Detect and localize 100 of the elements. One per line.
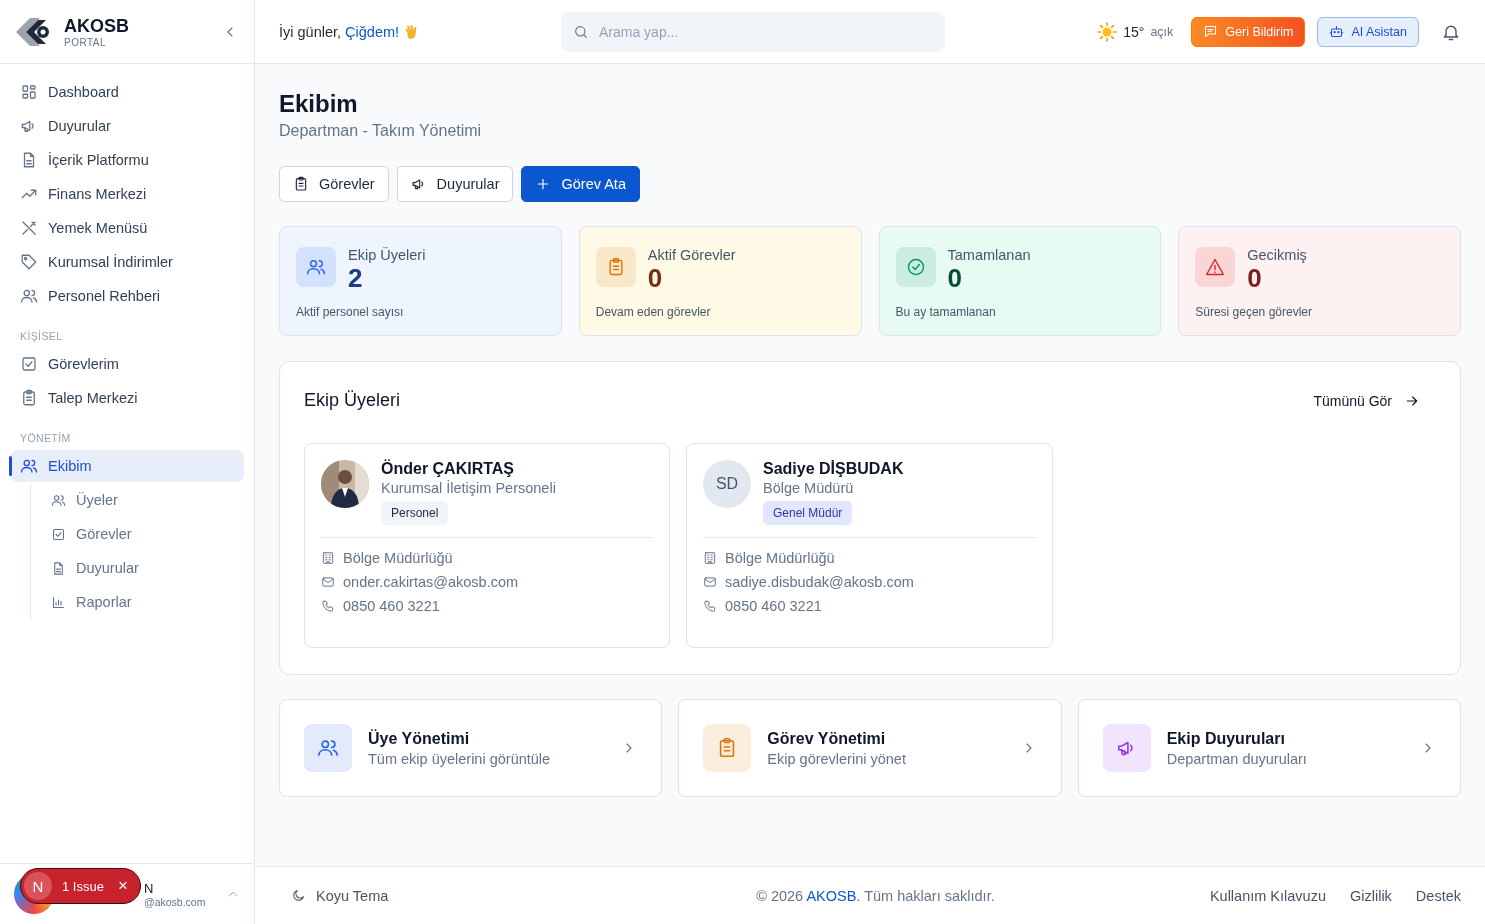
shortcut-description: Departman duyuruları <box>1166 750 1308 767</box>
sidebar-item[interactable]: Kurumsal İndirimler <box>10 246 244 278</box>
user-email: @akosb.com <box>144 895 207 908</box>
users-icon <box>51 492 66 508</box>
member-card[interactable]: SD Sadiye DİŞBUDAK Bölge Müdürü Genel Müdür Bölge Müdürlüğü sadiye.disbudak@akosb.com 0850 460 3221 <box>686 443 1053 648</box>
action-button[interactable]: Görevler <box>279 166 389 202</box>
shortcut-description: Ekip görevlerini yönet <box>767 750 907 767</box>
weather-condition: açık <box>1150 24 1174 39</box>
stat-title: Aktif Görevler <box>647 247 736 263</box>
checkbox-icon <box>51 526 66 542</box>
clipboard-icon <box>293 176 309 192</box>
users-icon <box>317 737 339 759</box>
stat-value: 0 <box>647 263 664 293</box>
search-icon <box>573 23 589 40</box>
stat-title: Tamamlanan <box>947 247 1031 263</box>
chat-icon <box>1203 24 1219 39</box>
footer-link[interactable]: Kullanım Kılavuzu <box>1209 887 1326 904</box>
stat-caption: Süresi geçen görevler <box>1195 305 1313 319</box>
footer-link[interactable]: Gizlilik <box>1349 887 1392 904</box>
stat-title: Gecikmiş <box>1247 247 1307 263</box>
action-button[interactable]: Görev Ata <box>521 166 640 202</box>
footer-link[interactable]: Destek <box>1415 887 1461 904</box>
member-role: Bölge Müdürü <box>763 480 855 496</box>
sidebar-item[interactable]: Görevlerim <box>10 348 244 380</box>
shortcut-title: Üye Yönetimi <box>368 729 471 748</box>
page-title: Ekibim <box>279 90 359 118</box>
mail-icon <box>703 575 717 589</box>
close-button[interactable]: × <box>117 876 128 896</box>
building-icon <box>703 551 717 565</box>
page-subtitle: Departman - Takım Yönetimi <box>279 122 483 140</box>
assistant-button[interactable]: AI Asistan <box>1317 16 1419 47</box>
shortcut-description: Tüm ekip üyelerini görüntüle <box>368 750 552 767</box>
stat-value: 0 <box>947 263 963 293</box>
check-circle-icon <box>905 257 926 277</box>
sidebar-item[interactable]: Görevler <box>41 518 244 550</box>
stat-caption: Aktif personel sayısı <box>296 305 405 319</box>
phone-icon <box>321 599 335 613</box>
warning-icon <box>1205 257 1226 277</box>
section-heading: YÖNETİM <box>19 431 72 446</box>
sidebar-item[interactable]: Talep Merkezi <box>10 382 244 414</box>
sidebar-item[interactable]: Duyurular <box>41 552 244 584</box>
initials-avatar: SD <box>703 460 751 508</box>
member-department: Bölge Müdürlüğü <box>725 550 835 566</box>
sidebar-item[interactable]: Raporlar <box>41 586 244 618</box>
member-phone: 0850 460 3221 <box>343 598 440 614</box>
sidebar-item[interactable]: Yemek Menüsü <box>10 212 244 244</box>
sidebar-item[interactable]: Üyeler <box>41 484 244 516</box>
sun-icon <box>1097 21 1118 42</box>
stat-caption: Bu ay tamamlanan <box>895 305 997 319</box>
shortcut-card[interactable]: Ekip Duyuruları Departman duyuruları <box>1077 699 1461 797</box>
brand-name: AKOSB <box>64 15 130 37</box>
shortcut-card[interactable]: Üye Yönetimi Tüm ekip üyelerini görüntüle <box>279 699 663 797</box>
checkbox-icon <box>20 355 38 373</box>
users-icon <box>20 457 38 475</box>
member-card[interactable]: Önder ÇAKIRTAŞ Kurumsal İletişim Personeli Personel Bölge Müdürlüğü onder.cakirtas@akosb.com 0850 460 3221 <box>304 443 670 648</box>
moon-icon <box>291 888 306 903</box>
copyright-text: © 2026 AKOSB. Tüm hakları saklıdır. <box>755 887 996 904</box>
shortcut-title: Ekip Duyuruları <box>1166 729 1286 748</box>
sidebar-item[interactable]: Duyurular <box>10 110 244 142</box>
mail-icon <box>321 575 335 589</box>
search-field[interactable]: Arama yap... <box>561 11 945 52</box>
stat-title: Ekip Üyeleri <box>348 247 426 263</box>
member-role: Kurumsal İletişim Personeli <box>381 480 556 496</box>
member-email: onder.cakirtas@akosb.com <box>343 574 519 590</box>
grid-icon <box>20 83 38 101</box>
sidebar-item[interactable]: Finans Merkezi <box>10 178 244 210</box>
tag-icon <box>20 253 38 271</box>
temperature: 15° <box>1123 23 1145 40</box>
section-title: Ekip Üyeleri <box>304 390 401 411</box>
dark-theme-toggle[interactable]: Koyu Tema <box>291 887 691 904</box>
users-icon <box>20 287 38 305</box>
document-icon <box>51 560 66 576</box>
sidebar-item[interactable]: İçerik Platformu <box>10 144 244 176</box>
phone-icon <box>703 599 717 613</box>
robot-icon <box>1329 24 1345 39</box>
user-name: N <box>144 880 155 896</box>
stat-value: 2 <box>348 263 364 293</box>
section-heading: KİŞİSEL <box>19 329 64 344</box>
shortcut-title: Görev Yönetimi <box>767 729 887 748</box>
sidebar-item[interactable]: Personel Rehberi <box>10 280 244 312</box>
issue-toast[interactable]: N 1 Issue × <box>20 868 141 904</box>
member-phone: 0850 460 3221 <box>725 598 822 614</box>
stat-caption: Devam eden görevler <box>595 305 712 319</box>
shortcut-card[interactable]: Görev Yönetimi Ekip görevlerini yönet <box>678 699 1062 797</box>
view-all-link[interactable]: Tümünü Gör <box>1313 392 1436 409</box>
clipboard-icon <box>20 389 38 407</box>
member-name: Önder ÇAKIRTAŞ <box>381 460 516 478</box>
users-icon <box>306 257 326 277</box>
member-department: Bölge Müdürlüğü <box>343 550 453 566</box>
member-name: Sadiye DİŞBUDAK <box>763 460 904 478</box>
greeting-text: İyi günler, Çiğdem! <box>279 22 549 41</box>
sidebar-item[interactable]: Ekibim <box>10 450 244 482</box>
brand-subtitle: PORTAL <box>64 36 108 48</box>
overlay-logo: N <box>24 872 52 900</box>
stat-value: 0 <box>1247 263 1263 293</box>
role-tag: Genel Müdür <box>763 501 853 525</box>
sidebar-item[interactable]: Dashboard <box>10 76 244 108</box>
role-tag: Personel <box>381 501 449 525</box>
action-button[interactable]: Duyurular <box>396 166 514 202</box>
building-icon <box>321 551 335 565</box>
